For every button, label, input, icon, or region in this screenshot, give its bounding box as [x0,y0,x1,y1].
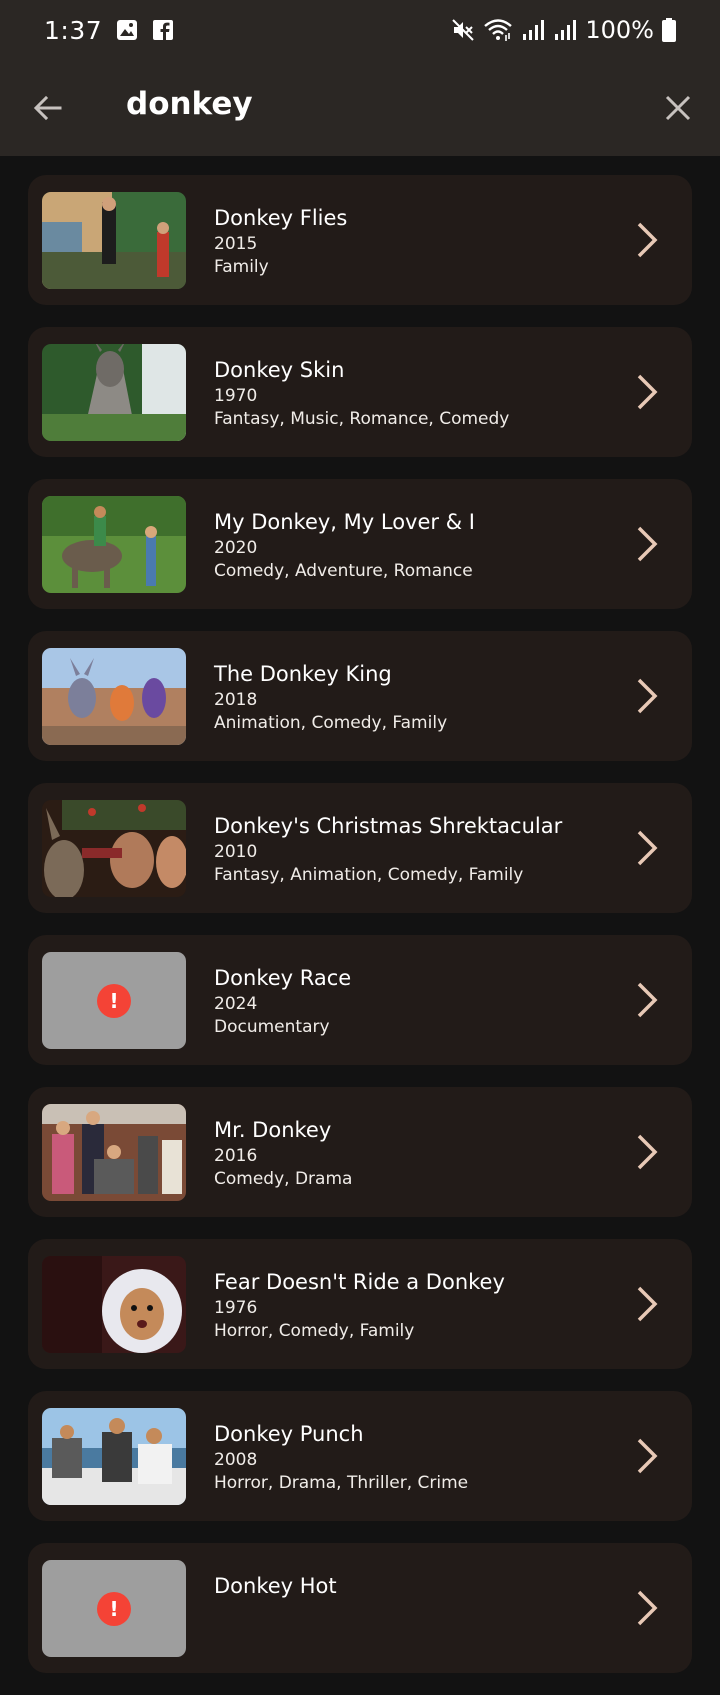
result-genres: Animation, Comedy, Family [214,713,448,733]
error-icon: ! [97,1591,131,1626]
search-bar: donkey [0,66,720,150]
poster-thumbnail [42,800,186,897]
close-icon [665,95,691,121]
result-title: Fear Doesn't Ride a Donkey [214,1270,505,1294]
result-year: 2018 [214,690,258,710]
result-genres: Horror, Drama, Thriller, Crime [214,1473,469,1493]
result-genres: Fantasy, Animation, Comedy, Family [214,865,524,885]
chevron-right-icon [632,1587,662,1629]
chevron-right-icon [632,1131,662,1173]
chevron-right-icon [632,523,662,565]
clear-button[interactable] [656,86,700,130]
poster-thumbnail [42,1408,186,1505]
result-year: 2008 [214,1450,258,1470]
result-year: 1970 [214,386,258,406]
signal-icon [521,18,545,42]
result-year: 2024 [214,994,258,1014]
result-genres: Comedy, Adventure, Romance [214,561,473,581]
result-title: Donkey Race [214,966,352,990]
result-card[interactable]: My Donkey, My Lover & I 2020 Comedy, Adven… [28,479,692,609]
result-year: 2010 [214,842,258,862]
thumbnail-error: ! [42,1560,186,1657]
poster-thumbnail [42,192,186,289]
arrow-left-icon [33,95,62,121]
result-info: The Donkey King 2018 Animation, Comedy, Fa… [214,659,624,735]
chevron-right-icon [632,219,662,261]
chevron-right-icon [632,827,662,869]
chevron-right-icon [632,371,662,413]
result-info: Donkey's Christmas Shrektacular 2010 Fanta… [214,811,624,887]
thumbnail-error: ! [42,952,186,1049]
signal-icon [553,18,577,42]
result-info: Donkey Punch 2008 Horror, Drama, Thriller,… [214,1419,624,1495]
result-info: Donkey Flies 2015 Family [214,203,624,279]
result-card[interactable]: ! Donkey Race 2024 Documentary [28,935,692,1065]
result-card[interactable]: Donkey's Christmas Shrektacular 2010 Fanta… [28,783,692,913]
result-title: The Donkey King [214,662,392,686]
status-bar: 1:37 100% [0,0,720,60]
result-card[interactable]: Donkey Skin 1970 Fantasy, Music, Romance, … [28,327,692,457]
battery-icon [662,18,676,42]
result-info: Fear Doesn't Ride a Donkey 1976 Horror, Co… [214,1267,624,1343]
result-genres: Documentary [214,1017,330,1037]
poster-thumbnail [42,496,186,593]
chevron-right-icon [632,1283,662,1325]
chevron-right-icon [632,979,662,1021]
result-genres: Family [214,257,269,277]
result-card[interactable]: Mr. Donkey 2016 Comedy, Drama [28,1087,692,1217]
result-year: 2015 [214,234,258,254]
result-year: 2016 [214,1146,258,1166]
chevron-right-icon [632,675,662,717]
result-title: Mr. Donkey [214,1118,332,1142]
back-button[interactable] [26,86,70,130]
result-title: Donkey Skin [214,358,345,382]
poster-thumbnail [42,1256,186,1353]
result-card[interactable]: ! Donkey Hot [28,1543,692,1673]
result-card[interactable]: The Donkey King 2018 Animation, Comedy, Fa… [28,631,692,761]
result-card[interactable]: Donkey Flies 2015 Family [28,175,692,305]
mute-icon [451,18,475,42]
poster-thumbnail [42,344,186,441]
search-input[interactable]: donkey [126,86,253,122]
wifi-icon [483,18,513,42]
result-title: My Donkey, My Lover & I [214,510,475,534]
result-genres: Fantasy, Music, Romance, Comedy [214,409,510,429]
result-card[interactable]: Fear Doesn't Ride a Donkey 1976 Horror, Co… [28,1239,692,1369]
result-year: 1976 [214,1298,258,1318]
result-info: Donkey Skin 1970 Fantasy, Music, Romance, … [214,355,624,431]
poster-thumbnail [42,1104,186,1201]
result-genres: Horror, Comedy, Family [214,1321,415,1341]
status-time: 1:37 [44,15,103,45]
error-icon: ! [97,983,131,1018]
gallery-icon [116,19,138,41]
poster-thumbnail [42,648,186,745]
result-info: Donkey Race 2024 Documentary [214,963,624,1039]
result-genres: Comedy, Drama [214,1169,353,1189]
result-info: My Donkey, My Lover & I 2020 Comedy, Adven… [214,507,624,583]
facebook-icon [152,19,174,41]
results-list: Donkey Flies 2015 Family Donkey Skin 1970 Fan… [28,175,692,1695]
chevron-right-icon [632,1435,662,1477]
result-title: Donkey Hot [214,1574,337,1598]
result-card[interactable]: Donkey Punch 2008 Horror, Drama, Thriller,… [28,1391,692,1521]
result-title: Donkey's Christmas Shrektacular [214,814,563,838]
result-info: Mr. Donkey 2016 Comedy, Drama [214,1115,624,1191]
result-year: 2020 [214,538,258,558]
battery-percent: 100% [585,16,654,44]
result-title: Donkey Flies [214,206,348,230]
result-info: Donkey Hot [214,1571,624,1601]
result-title: Donkey Punch [214,1422,364,1446]
app-bar: 1:37 100% donkey [0,0,720,156]
